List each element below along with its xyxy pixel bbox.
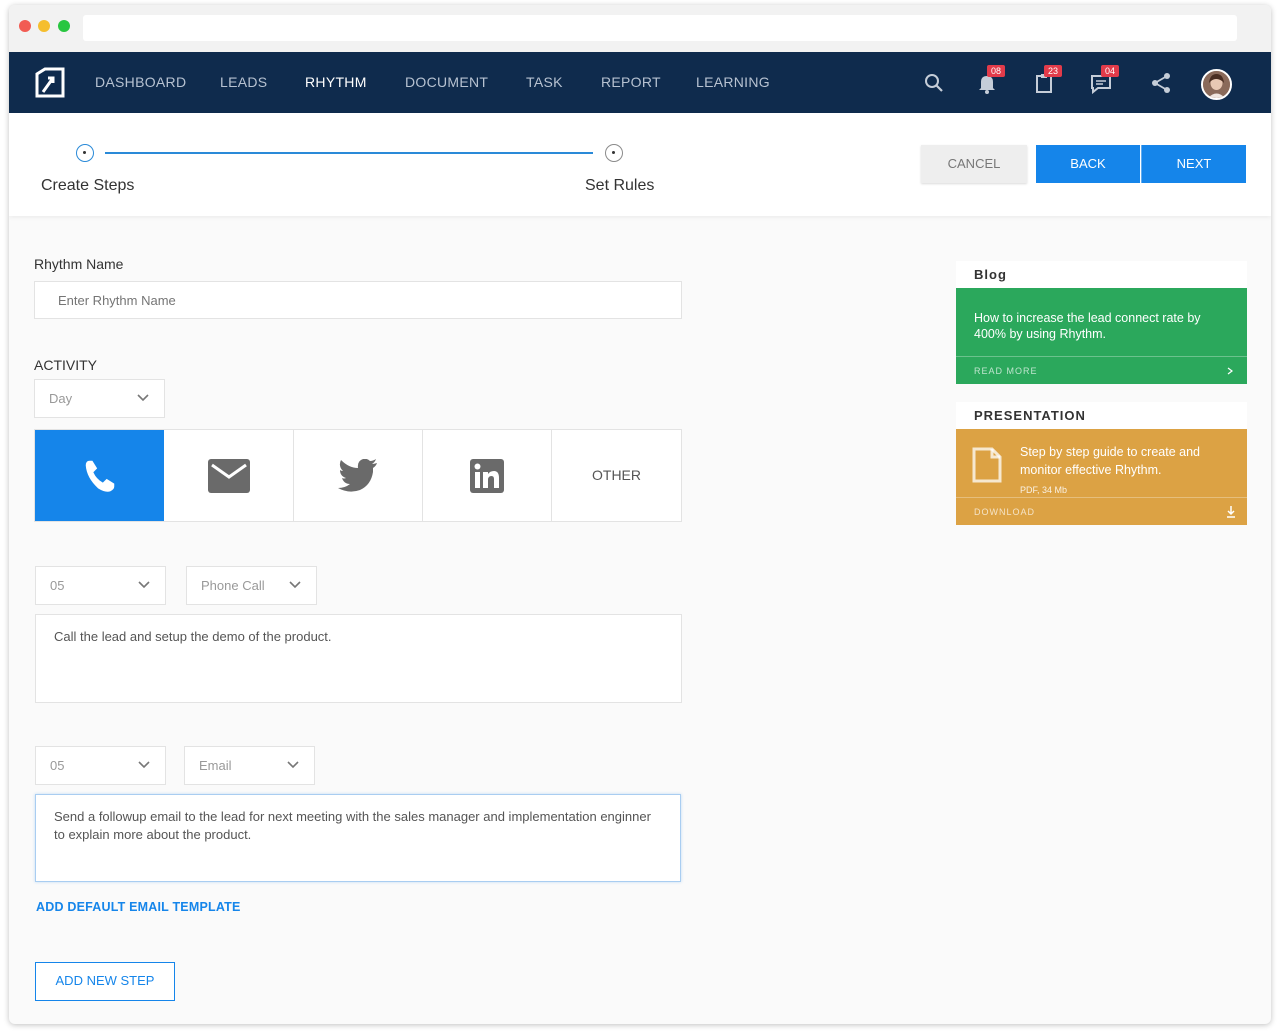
step-connector-line: [105, 152, 593, 154]
step-indicator-create-steps[interactable]: [76, 144, 94, 162]
presentation-card[interactable]: Step by step guide to create and monitor…: [956, 429, 1247, 525]
task-2-type-value: Email: [199, 758, 232, 773]
top-navbar: DASHBOARD LEADS RHYTHM DOCUMENT TASK REP…: [9, 52, 1271, 113]
task-1-day-select[interactable]: 05: [35, 566, 166, 605]
day-select[interactable]: Day: [34, 379, 165, 418]
step-label-set-rules: Set Rules: [585, 177, 655, 194]
maximize-window-icon[interactable]: [58, 20, 70, 32]
nav-rhythm[interactable]: RHYTHM: [305, 52, 367, 113]
activity-email-button[interactable]: [164, 430, 294, 521]
task-1-type-value: Phone Call: [201, 578, 265, 593]
presentation-download[interactable]: DOWNLOAD: [956, 497, 1247, 525]
blog-read-more-label: READ MORE: [974, 366, 1038, 376]
twitter-icon: [338, 458, 377, 492]
download-icon: [1227, 506, 1235, 518]
tasks-button[interactable]: 23: [1032, 65, 1062, 95]
notifications-button[interactable]: 08: [975, 65, 1005, 95]
task-2-day-select[interactable]: 05: [35, 746, 166, 785]
chevron-right-icon: [1227, 367, 1233, 375]
linkedin-icon: [470, 458, 504, 493]
presentation-card-text: Step by step guide to create and monitor…: [1020, 445, 1200, 477]
presentation-card-heading: PRESENTATION: [956, 402, 1247, 429]
nav-task[interactable]: TASK: [526, 52, 563, 113]
blog-card[interactable]: How to increase the lead connect rate by…: [956, 288, 1247, 384]
chevron-down-icon: [138, 581, 150, 589]
notifications-badge: 08: [987, 65, 1005, 77]
presentation-download-label: DOWNLOAD: [974, 507, 1036, 517]
chevron-down-icon: [137, 394, 149, 402]
browser-window: DASHBOARD LEADS RHYTHM DOCUMENT TASK REP…: [9, 5, 1271, 1024]
chevron-down-icon: [287, 761, 299, 769]
messages-button[interactable]: 04: [1089, 65, 1119, 95]
task-1-type-select[interactable]: Phone Call: [186, 566, 317, 605]
tasks-badge: 23: [1044, 65, 1062, 77]
email-icon: [207, 458, 250, 493]
task-2-day-value: 05: [50, 758, 65, 773]
activity-phone-button[interactable]: [35, 430, 164, 521]
activity-label: ACTIVITY: [34, 357, 98, 373]
blog-read-more[interactable]: READ MORE: [956, 356, 1247, 384]
chevron-down-icon: [138, 761, 150, 769]
close-window-icon[interactable]: [19, 20, 31, 32]
nav-leads[interactable]: LEADS: [220, 52, 267, 113]
nav-dashboard[interactable]: DASHBOARD: [95, 52, 186, 113]
address-bar[interactable]: [83, 15, 1237, 41]
blog-card-heading: Blog: [956, 261, 1247, 288]
search-icon[interactable]: [922, 71, 946, 95]
add-new-step-button[interactable]: ADD NEW STEP: [35, 962, 175, 1001]
task-1-day-value: 05: [50, 578, 65, 593]
activity-linkedin-button[interactable]: [423, 430, 552, 521]
rhythm-name-input[interactable]: [34, 281, 682, 319]
next-button[interactable]: NEXT: [1141, 145, 1246, 183]
day-select-value: Day: [49, 391, 73, 406]
nav-learning[interactable]: LEARNING: [696, 52, 770, 113]
messages-badge: 04: [1101, 65, 1119, 77]
user-avatar[interactable]: [1201, 69, 1232, 100]
step-label-create-steps: Create Steps: [41, 177, 135, 194]
app-logo-icon[interactable]: [33, 66, 67, 100]
chevron-down-icon: [289, 581, 301, 589]
add-default-email-template-link[interactable]: ADD DEFAULT EMAIL TEMPLATE: [36, 900, 241, 914]
share-icon[interactable]: [1149, 71, 1173, 95]
task-1-description[interactable]: Call the lead and setup the demo of the …: [35, 614, 682, 703]
step-progress-bar: Create Steps Set Rules CANCEL BACK NEXT: [9, 113, 1271, 216]
rhythm-name-label: Rhythm Name: [34, 256, 124, 272]
browser-titlebar: [9, 5, 1271, 52]
task-2-type-select[interactable]: Email: [184, 746, 315, 785]
activity-other-button[interactable]: OTHER: [552, 430, 681, 521]
phone-icon: [85, 460, 114, 492]
back-button[interactable]: BACK: [1036, 145, 1140, 183]
task-2-description[interactable]: Send a followup email to the lead for ne…: [35, 794, 681, 882]
cancel-button[interactable]: CANCEL: [921, 145, 1027, 183]
activity-type-selector: OTHER: [34, 429, 682, 522]
document-icon: [972, 447, 1002, 483]
minimize-window-icon[interactable]: [38, 20, 50, 32]
nav-document[interactable]: DOCUMENT: [405, 52, 488, 113]
presentation-file-meta: PDF, 34 Mb: [1020, 485, 1068, 495]
step-indicator-set-rules[interactable]: [605, 144, 623, 162]
nav-report[interactable]: REPORT: [601, 52, 661, 113]
blog-card-text: How to increase the lead connect rate by…: [974, 311, 1201, 341]
avatar-icon: [1203, 71, 1230, 98]
activity-twitter-button[interactable]: [294, 430, 423, 521]
